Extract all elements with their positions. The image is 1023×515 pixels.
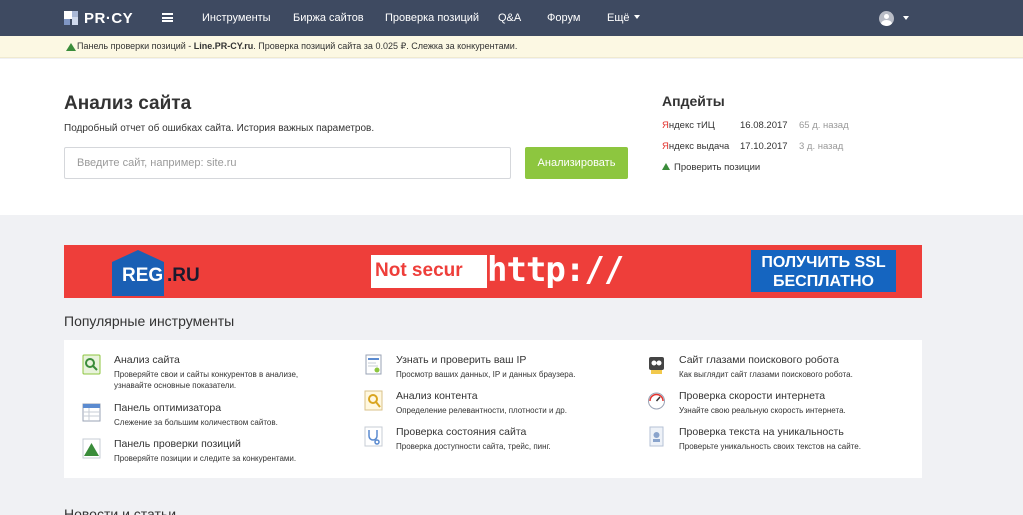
promo-text[interactable]: Панель проверки позиций - Line.PR-CY.ru.… xyxy=(77,41,517,52)
stethoscope-icon xyxy=(364,426,383,447)
ssl-line-2: БЕСПЛАТНО xyxy=(773,273,874,290)
robot-icon xyxy=(649,357,664,374)
update-row-serp: Яндекс выдача 17.10.2017 3 д. назад xyxy=(662,141,843,153)
reg-logo-ru: .RU xyxy=(167,265,200,286)
get-ssl-badge[interactable]: ПОЛУЧИТЬ SSL БЕСПЛАТНО xyxy=(751,250,896,292)
tool-description: Узнайте свою реальную скорость интернета… xyxy=(679,406,846,415)
updates-title: Апдейты xyxy=(662,93,725,109)
nav-qa[interactable]: Q&A xyxy=(498,11,521,25)
positions-icon xyxy=(662,163,670,170)
yandex-letter: Я xyxy=(662,141,669,152)
positions-icon xyxy=(66,43,76,51)
tool-description: Проверяйте свои и сайты конкурентов в ан… xyxy=(114,370,299,390)
positions-icon xyxy=(82,438,101,459)
update-ago: 65 д. назад xyxy=(799,120,849,131)
tool-description: Просмотр ваших данных, IP и данных брауз… xyxy=(396,370,576,379)
tool-description: Слежение за большим количеством сайтов. xyxy=(114,418,278,427)
tool-title: Анализ сайта xyxy=(114,354,180,366)
nav-more[interactable]: Ещё xyxy=(607,11,640,25)
nav-more-label: Ещё xyxy=(607,12,630,24)
tool-title: Панель проверки позиций xyxy=(114,438,241,450)
chevron-down-icon xyxy=(633,15,640,19)
magnifier-icon xyxy=(82,354,101,375)
nav-forum[interactable]: Форум xyxy=(547,11,580,25)
tool-description: Проверка доступности сайта, трейс, пинг. xyxy=(396,442,551,451)
update-date: 16.08.2017 xyxy=(740,120,788,131)
menu-icon[interactable] xyxy=(162,13,173,22)
page-subtitle: Подробный отчет об ошибках сайта. Истори… xyxy=(64,123,375,134)
logo-text: PR·CY xyxy=(84,9,134,27)
yandex-letter: Я xyxy=(662,120,669,131)
nav-site-exchange[interactable]: Биржа сайтов xyxy=(293,11,364,25)
avatar[interactable] xyxy=(879,11,894,26)
tool-title: Проверка текста на уникальность xyxy=(679,426,844,438)
hero-section xyxy=(0,59,1023,215)
check-positions-link[interactable]: Проверить позиции xyxy=(662,162,760,173)
update-date: 17.10.2017 xyxy=(740,141,788,152)
tool-title: Проверка скорости интернета xyxy=(679,390,826,402)
promo-suffix: . Проверка позиций сайта за 0.025 ₽. Сле… xyxy=(253,41,518,51)
top-navbar: PR·CY Инструменты Биржа сайтов Проверка … xyxy=(0,0,1023,36)
tool-description: Проверяйте позиции и следите за конкурен… xyxy=(114,454,297,463)
promo-link[interactable]: Line.PR-CY.ru xyxy=(194,41,254,51)
tool-title: Панель оптимизатора xyxy=(114,402,222,414)
table-icon xyxy=(82,403,101,422)
ad-banner[interactable]: REG .RU Not secur http:// ПОЛУЧИТЬ SSL Б… xyxy=(64,245,922,298)
http-label: http:// xyxy=(487,250,624,290)
tool-title: Сайт глазами поискового робота xyxy=(679,354,839,366)
update-ago: 3 д. назад xyxy=(799,141,844,152)
analyze-button[interactable]: Анализировать xyxy=(525,147,628,179)
reg-logo-text: REG xyxy=(122,265,164,286)
promo-bar: Панель проверки позиций - Line.PR-CY.ru.… xyxy=(0,36,1023,58)
ip-icon xyxy=(365,354,382,375)
tool-description: Как выглядит сайт глазами поискового роб… xyxy=(679,370,853,379)
tools-panel: Анализ сайта Проверяйте свои и сайты кон… xyxy=(64,340,922,478)
chevron-down-icon[interactable] xyxy=(903,16,909,20)
not-secure-label: Not secur xyxy=(371,255,487,288)
speedometer-icon xyxy=(648,392,665,410)
popular-tools-title: Популярные инструменты xyxy=(64,313,235,329)
promo-prefix: Панель проверки позиций - xyxy=(77,41,194,51)
tool-title: Проверка состояния сайта xyxy=(396,426,527,438)
ssl-line-1: ПОЛУЧИТЬ SSL xyxy=(761,254,886,271)
page-title: Анализ сайта xyxy=(64,93,192,114)
update-name: ндекс выдача xyxy=(668,141,730,152)
update-name: ндекс тИЦ xyxy=(668,120,715,131)
tool-title: Узнать и проверить ваш IP xyxy=(396,354,527,366)
logo-icon xyxy=(64,11,78,25)
site-logo[interactable]: PR·CY xyxy=(64,9,133,27)
nav-tools[interactable]: Инструменты xyxy=(202,11,271,25)
check-positions-label: Проверить позиции xyxy=(674,162,761,173)
update-row-tic: Яндекс тИЦ 16.08.2017 65 д. назад xyxy=(662,120,849,132)
nav-position-check[interactable]: Проверка позиций xyxy=(385,11,479,25)
uniqueness-icon xyxy=(649,426,664,447)
tool-title: Анализ контента xyxy=(396,390,478,402)
content-icon xyxy=(364,390,383,411)
site-url-input[interactable] xyxy=(64,147,511,179)
news-title: Новости и статьи xyxy=(64,506,177,515)
tool-description: Проверьте уникальность своих текстов на … xyxy=(679,442,861,451)
tool-description: Определение релевантности, плотности и д… xyxy=(396,406,567,415)
